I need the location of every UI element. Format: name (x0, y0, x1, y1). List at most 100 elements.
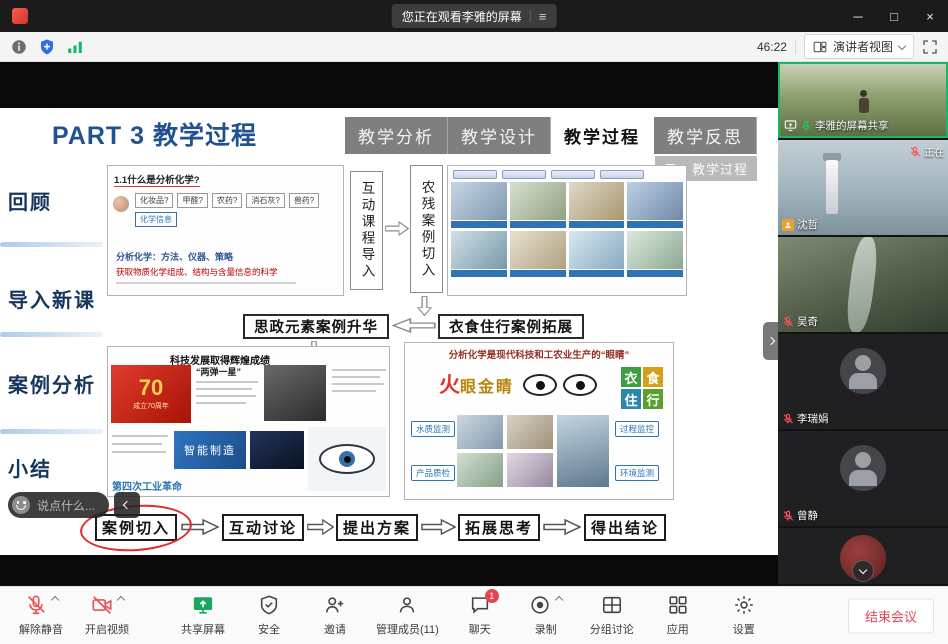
window-controls: ─ □ × (840, 0, 948, 32)
mini-pill (502, 170, 546, 179)
arrow-right-icon (307, 518, 334, 536)
bottom-toolbar: 解除静音 开启视频 共享屏幕 (0, 586, 948, 644)
food-tile: 食 (643, 367, 663, 387)
shared-screen-view: PART 3 教学过程 教学分析 教学设计 教学过程 教学反思 三、教学过程 回… (0, 62, 778, 586)
fullscreen-icon[interactable] (922, 39, 938, 55)
tile-label: 吴奇 (782, 314, 818, 329)
meeting-info-icon[interactable] (10, 38, 28, 56)
share-screen-button[interactable]: 共享屏幕 (178, 594, 228, 637)
video-tile-zengjing[interactable]: 曾静 (778, 431, 948, 526)
scroll-down-button[interactable] (852, 560, 874, 582)
app-logo-icon (12, 8, 28, 24)
watching-screen-banner[interactable]: 您正在观看李雅的屏幕 ≡ (392, 4, 557, 28)
intro-tag: 化学信息 (135, 212, 177, 227)
anniversary-number: 70 (139, 377, 163, 399)
tab-teaching-reflection: 教学反思 (654, 117, 757, 154)
maximize-button[interactable]: □ (876, 0, 912, 32)
photo-caption-bar (627, 270, 683, 277)
nav-summary: 小结 (8, 453, 104, 482)
tile-label: 曾静 (782, 508, 818, 523)
nav-separator (0, 332, 103, 337)
status-text: 正在 (924, 144, 944, 159)
close-button[interactable]: × (912, 0, 948, 32)
history-photo (264, 365, 326, 421)
arrow-left-icon (392, 317, 436, 334)
video-tile-liruijuan[interactable]: 李瑞娟 (778, 334, 948, 429)
slide-part-title: PART 3 教学过程 (52, 116, 257, 152)
text-bar (332, 369, 386, 371)
market-photo (569, 231, 625, 269)
market-photos-panel (447, 165, 687, 296)
application-photo (507, 453, 553, 487)
apps-button[interactable]: 应用 (653, 594, 703, 637)
chat-collapse-button[interactable] (114, 492, 140, 518)
tile-label: 李瑞娟 (782, 411, 829, 426)
nav-separator (0, 242, 103, 247)
minimize-button[interactable]: ─ (840, 0, 876, 32)
shield-icon (258, 594, 280, 616)
video-tile-liya-share[interactable]: 李雅的屏幕共享 (778, 62, 948, 138)
tile-label: 李雅的屏幕共享 (784, 118, 889, 133)
network-signal-icon[interactable] (66, 38, 84, 56)
photo-caption-bar (451, 221, 507, 228)
photo-caption-bar (569, 270, 625, 277)
gear-icon (733, 594, 755, 616)
food-clothing-tiles: 衣 食 住 行 (621, 367, 663, 409)
view-mode-button[interactable]: 演讲者视图 (804, 34, 914, 59)
flow-box-interactive-intro: 互动课程导入 (350, 171, 383, 290)
tower-photo (826, 160, 838, 214)
video-tile-wuqi[interactable]: 吴奇 (778, 237, 948, 332)
video-options-caret[interactable] (116, 596, 124, 604)
participant-name: 李雅的屏幕共享 (815, 118, 889, 133)
chat-input[interactable]: 说点什么... (8, 492, 109, 518)
text-bar (196, 388, 252, 390)
intro-tag: 甲醛? (177, 193, 207, 208)
flow-conclusion: 得出结论 (584, 514, 666, 541)
child-figure (858, 90, 869, 114)
record-button[interactable]: 录制 (521, 594, 571, 637)
invite-button[interactable]: 邀请 (310, 594, 360, 637)
toolbar-label: 解除静音 (19, 621, 63, 637)
main-area: PART 3 教学过程 教学分析 教学设计 教学过程 教学反思 三、教学过程 回… (0, 62, 948, 586)
application-photo (457, 415, 503, 449)
menu-icon[interactable]: ≡ (539, 10, 547, 23)
chevron-down-icon (898, 41, 906, 49)
members-icon (396, 594, 418, 616)
sidebar-collapse-handle[interactable] (763, 322, 778, 360)
end-meeting-button[interactable]: 结束会议 (848, 598, 934, 633)
protection-shield-icon[interactable] (38, 38, 56, 56)
photo-caption-bar (510, 221, 566, 228)
settings-button[interactable]: 设置 (719, 594, 769, 637)
eye-panel-title: 分析化学是现代科技和工农业生产的“眼睛” (405, 347, 673, 361)
unmute-options-caret[interactable] (50, 596, 58, 604)
toolbar-label: 应用 (667, 621, 689, 637)
invite-person-icon (324, 594, 346, 616)
unmute-button[interactable]: 解除静音 (16, 594, 66, 637)
toolbar-label: 安全 (258, 621, 280, 637)
flow-box-label: 农残案例切入 (417, 180, 437, 279)
security-button[interactable]: 安全 (244, 594, 294, 637)
video-tile-shenzhe[interactable]: 正在 沈哲 (778, 140, 948, 235)
flow-box-label: 互动课程导入 (357, 181, 377, 280)
cartoon-eye (563, 374, 597, 396)
chevron-down-icon (859, 566, 867, 574)
market-photo (627, 231, 683, 269)
cartoon-pupil (536, 381, 545, 390)
emoji-icon[interactable] (12, 496, 30, 514)
industry-4-caption: 第四次工业革命 (112, 478, 182, 493)
toolbar-label: 设置 (733, 621, 755, 637)
participant-name: 沈哲 (797, 217, 818, 232)
market-photo (451, 182, 507, 220)
chat-button[interactable]: 1 聊天 (455, 594, 505, 637)
market-photo (510, 182, 566, 220)
mini-pill (453, 170, 497, 179)
camera-muted-icon (91, 594, 113, 616)
manage-members-button[interactable]: 管理成员(11) (376, 594, 439, 637)
record-options-caret[interactable] (555, 596, 563, 604)
titlebar: 您正在观看李雅的屏幕 ≡ ─ □ × (0, 0, 948, 32)
meeting-window: 您正在观看李雅的屏幕 ≡ ─ □ × 46:22 (0, 0, 948, 644)
photo-caption-bar (451, 270, 507, 277)
start-video-button[interactable]: 开启视频 (82, 594, 132, 637)
tab-teaching-design: 教学设计 (448, 117, 551, 154)
breakout-rooms-button[interactable]: 分组讨论 (587, 594, 637, 637)
